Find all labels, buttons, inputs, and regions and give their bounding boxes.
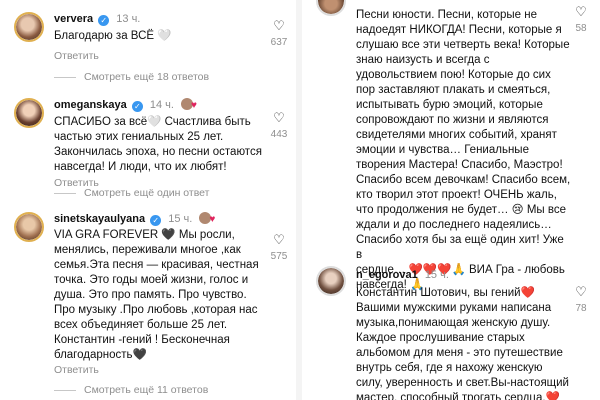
- heart-outline-icon[interactable]: ♡: [268, 112, 290, 126]
- avatar[interactable]: [316, 266, 346, 296]
- comment-text: VIA GRA FOREVER 🖤 Мы росли, менялись, пе…: [54, 229, 259, 361]
- username[interactable]: ververa: [54, 13, 93, 25]
- comment-time: 13 ч.: [116, 13, 141, 25]
- comment-header: ververa ✓ 13 ч.: [54, 12, 140, 26]
- comment-header: n_egorova1 15 ч.: [356, 268, 449, 282]
- view-more-replies-label: Смотреть ещё 18 ответов: [84, 71, 210, 83]
- avatar[interactable]: [14, 212, 44, 242]
- right-comments-panel: Песни юности. Песни, которые не надоедят…: [302, 0, 600, 400]
- comment-text: Константин Шотович, вы гений❤️ Вашими му…: [356, 287, 569, 400]
- heart-outline-icon[interactable]: ♡: [268, 20, 290, 34]
- like-button[interactable]: ♡ 575: [268, 234, 290, 263]
- replies-line: [54, 76, 76, 78]
- comment-time: 15 ч.: [168, 213, 193, 225]
- username[interactable]: n_egorova1: [356, 269, 418, 281]
- avatar[interactable]: [14, 98, 44, 128]
- like-button[interactable]: ♡ 78: [570, 286, 592, 315]
- like-button[interactable]: ♡ 58: [570, 6, 592, 35]
- comment-item: ververa ✓ 13 ч. Благодарю за ВСЁ 🤍 Ответ…: [0, 0, 296, 90]
- comment-time: 15 ч.: [424, 269, 449, 281]
- comment-item: n_egorova1 15 ч. Константин Шотович, вы …: [302, 262, 600, 400]
- comment-item: Песни юности. Песни, которые не надоедят…: [302, 0, 600, 291]
- view-more-replies-label: Смотреть ещё 11 ответов: [84, 384, 209, 396]
- comments-screenshot: ververa ✓ 13 ч. Благодарю за ВСЁ 🤍 Ответ…: [0, 0, 600, 400]
- verified-badge-icon: ✓: [98, 15, 110, 26]
- comment-header: sinetskayaulyana ✓ 15 ч. ♥: [54, 212, 215, 227]
- replies-line: [54, 389, 76, 391]
- verified-badge-icon: ✓: [150, 215, 162, 226]
- like-count: 637: [270, 37, 288, 48]
- view-more-replies-link[interactable]: Смотреть ещё один ответ: [54, 187, 209, 199]
- like-count: 575: [270, 251, 288, 262]
- heart-outline-icon[interactable]: ♡: [570, 6, 592, 20]
- reply-button[interactable]: Ответить: [54, 50, 99, 62]
- avatar[interactable]: [316, 0, 346, 16]
- comment-text: СПАСИБО за всё🤍 Счастлива быть частью эт…: [54, 116, 262, 173]
- username[interactable]: omeganskaya: [54, 99, 127, 111]
- reply-button[interactable]: Ответить: [54, 364, 99, 376]
- verified-badge-icon: ✓: [131, 101, 143, 112]
- comment-text: Песни юности. Песни, которые не надоедят…: [356, 9, 571, 291]
- username[interactable]: sinetskayaulyana: [54, 213, 145, 225]
- like-button[interactable]: ♡ 443: [268, 112, 290, 141]
- left-comments-panel: ververa ✓ 13 ч. Благодарю за ВСЁ 🤍 Ответ…: [0, 0, 296, 400]
- comment-item: omeganskaya ✓ 14 ч. ♥ СПАСИБО за всё🤍 Сч…: [0, 90, 296, 200]
- like-button[interactable]: ♡ 637: [268, 20, 290, 49]
- comment-time: 14 ч.: [149, 99, 174, 111]
- like-count: 78: [575, 303, 587, 314]
- like-count: 443: [270, 129, 288, 140]
- avatar[interactable]: [14, 12, 44, 42]
- heart-outline-icon[interactable]: ♡: [268, 234, 290, 248]
- replies-line: [54, 192, 76, 194]
- heart-filled-icon: ♥: [209, 214, 216, 225]
- comment-header: omeganskaya ✓ 14 ч. ♥: [54, 98, 197, 113]
- view-more-replies-label: Смотреть ещё один ответ: [84, 187, 210, 199]
- view-more-replies-link[interactable]: Смотреть ещё 18 ответов: [54, 71, 209, 83]
- comment-item: sinetskayaulyana ✓ 15 ч. ♥ VIA GRA FOREV…: [0, 206, 296, 400]
- like-count: 58: [575, 23, 587, 34]
- heart-filled-icon: ♥: [191, 100, 197, 111]
- heart-outline-icon[interactable]: ♡: [570, 286, 592, 300]
- view-more-replies-link[interactable]: Смотреть ещё 11 ответов: [54, 384, 208, 396]
- comment-text: Благодарю за ВСЁ 🤍: [54, 30, 172, 42]
